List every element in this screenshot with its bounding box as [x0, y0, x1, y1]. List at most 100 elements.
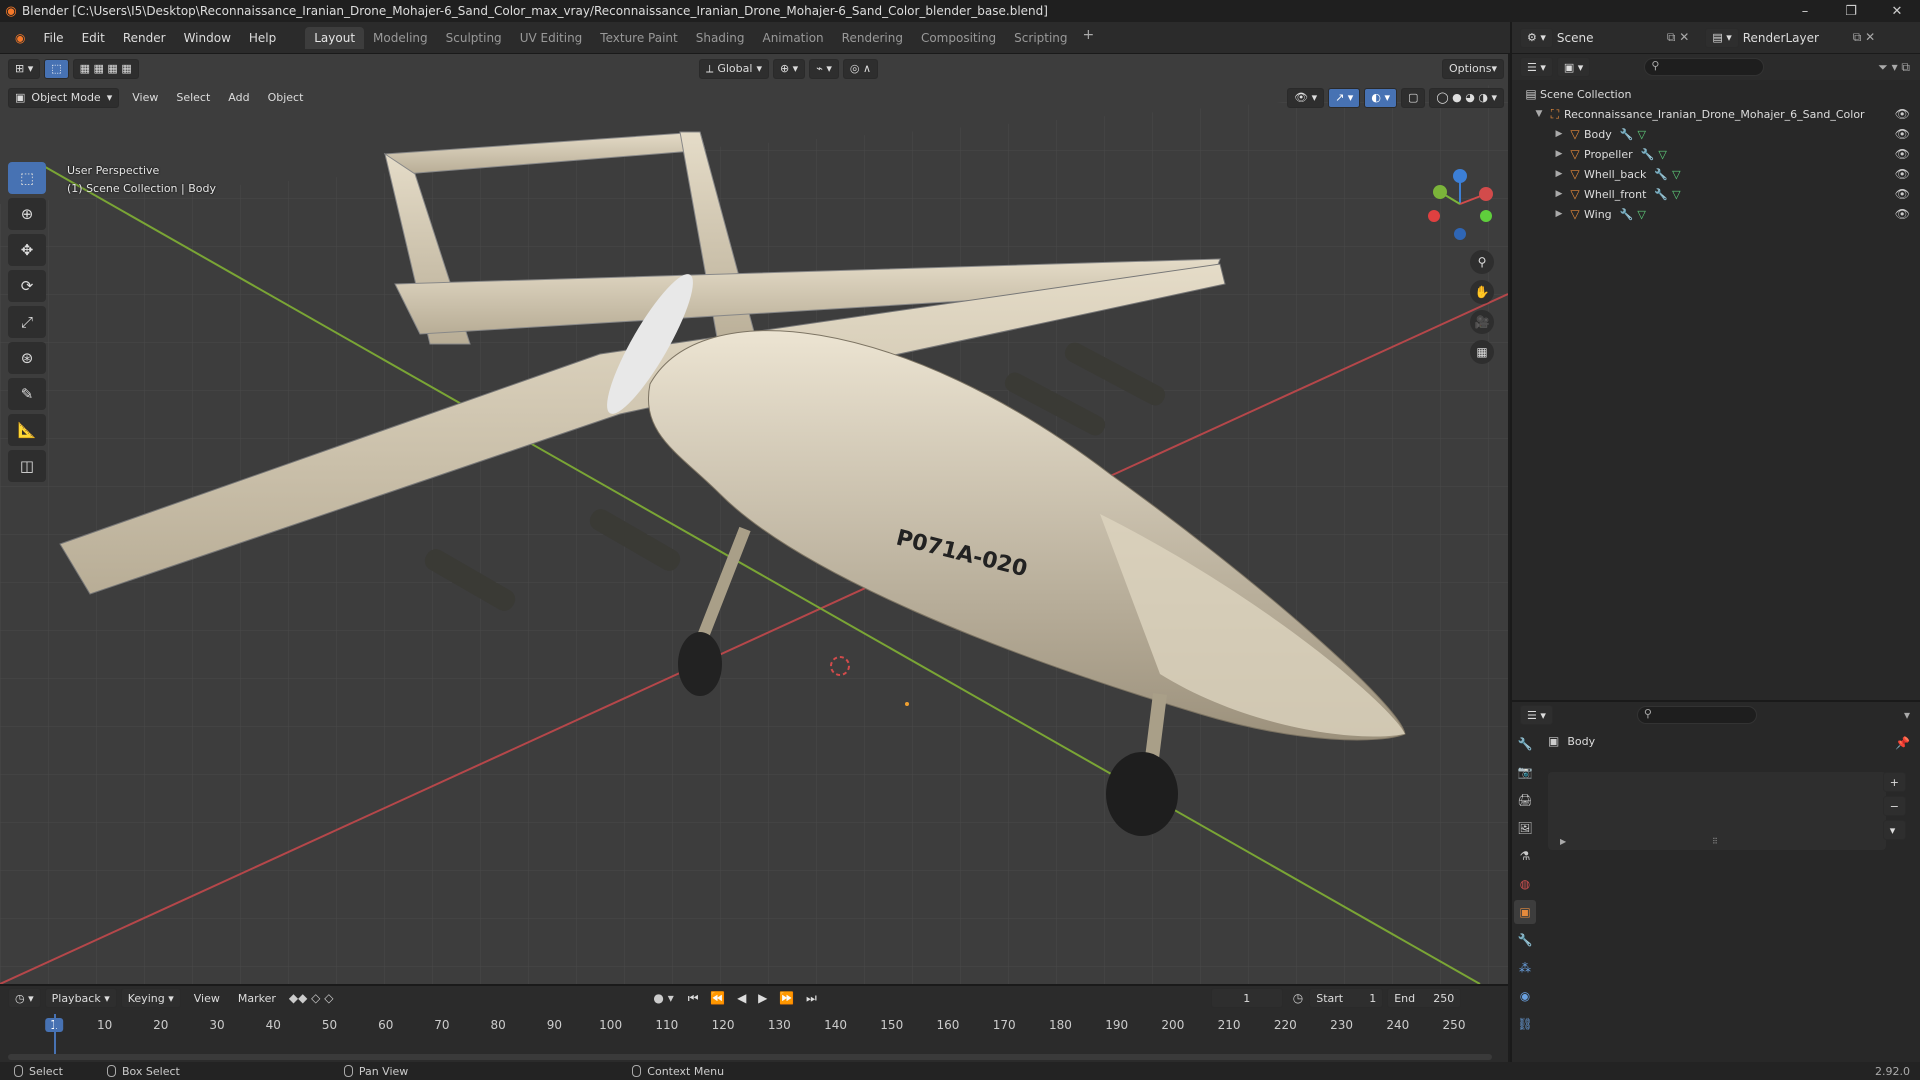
pivot-icon[interactable]: ⊕ ▾	[772, 58, 806, 79]
expand-icon[interactable]: ▶	[1560, 837, 1566, 846]
playback-controls[interactable]: ⏮ ⏪ ◀ ▶ ⏩ ⏭	[688, 991, 821, 1006]
modifier-icon[interactable]: 🔧	[1620, 128, 1634, 141]
playback-menu[interactable]: Playback ▾	[44, 988, 117, 1008]
viewport-menu-add[interactable]: Add	[219, 91, 258, 104]
tab-scripting[interactable]: Scripting	[1005, 27, 1076, 49]
scene-copy-icon[interactable]: ⧉ ✕	[1667, 30, 1689, 45]
world-tab-icon[interactable]: ◍	[1514, 872, 1536, 896]
outliner-search-input[interactable]: ⚲	[1644, 58, 1765, 76]
mesh-data-icon[interactable]: ▽	[1672, 168, 1680, 181]
xray-icon[interactable]: ▢	[1400, 87, 1426, 108]
navigation-gizmo[interactable]	[1420, 164, 1500, 244]
editor-type-button[interactable]: ⊞ ▾	[8, 58, 41, 79]
particles-tab-icon[interactable]: ⁂	[1514, 956, 1536, 980]
transform-tool-icon[interactable]: ⊛	[8, 342, 46, 374]
render-tab-icon[interactable]: 📷	[1514, 760, 1536, 784]
viewport-menu-view[interactable]: View	[123, 91, 167, 104]
camera-icon[interactable]: 🎥	[1470, 310, 1494, 334]
modifier-icon[interactable]: 🔧	[1620, 208, 1634, 221]
display-mode-icon[interactable]: ▣ ▾	[1556, 57, 1591, 77]
expand-icon[interactable]: ▶	[1552, 149, 1566, 159]
select-mode-icon[interactable]: ⬚	[44, 58, 69, 79]
tool-tab-icon[interactable]: 🔧	[1514, 732, 1536, 756]
measure-tool-icon[interactable]: 📐	[8, 414, 46, 446]
object-mode-dropdown[interactable]: ▣ Object Mode ▾	[8, 87, 120, 108]
modifier-icon[interactable]: 🔧	[1641, 148, 1655, 161]
timeline-scrollbar[interactable]	[8, 1054, 1492, 1060]
outliner-item-propeller[interactable]: ▶ ▽ Propeller 🔧 ▽ 👁	[1522, 144, 1920, 164]
slot-menu-icon[interactable]: ▾	[1882, 820, 1906, 840]
options-button[interactable]: Options ▾	[1442, 58, 1504, 79]
blender-menu-icon[interactable]: ◉	[6, 31, 34, 45]
minimize-button[interactable]: –	[1782, 0, 1828, 22]
add-slot-icon[interactable]: +	[1882, 772, 1906, 792]
menu-edit[interactable]: Edit	[73, 31, 114, 45]
pin-icon[interactable]: 📌	[1895, 736, 1910, 750]
mesh-data-icon[interactable]: ▽	[1658, 148, 1666, 161]
timeline-marker-menu[interactable]: Marker	[229, 992, 285, 1005]
outliner-item-whell-front[interactable]: ▶ ▽ Whell_front 🔧 ▽ 👁	[1522, 184, 1920, 204]
filter-icon[interactable]: ⏷ ▾ ⧉	[1878, 60, 1910, 75]
outliner-editor-icon[interactable]: ☰ ▾	[1520, 57, 1553, 77]
move-tool-icon[interactable]: ✥	[8, 234, 46, 266]
add-workspace-icon[interactable]: +	[1077, 27, 1101, 49]
remove-slot-icon[interactable]: −	[1882, 796, 1906, 816]
add-cube-tool-icon[interactable]: ◫	[8, 450, 46, 482]
visibility-eye-icon[interactable]: 👁	[1895, 147, 1910, 161]
tab-shading[interactable]: Shading	[687, 27, 754, 49]
rotate-tool-icon[interactable]: ⟳	[8, 270, 46, 302]
visibility-eye-icon[interactable]: 👁	[1895, 127, 1910, 141]
outliner-item-body[interactable]: ▶ ▽ Body 🔧 ▽ 👁	[1522, 124, 1920, 144]
tab-layout[interactable]: Layout	[305, 26, 365, 49]
object-tab-icon[interactable]: ▣	[1514, 900, 1536, 924]
current-frame-field[interactable]: 1	[1210, 988, 1283, 1008]
scene-icon[interactable]: ⚙ ▾	[1520, 27, 1553, 48]
scale-tool-icon[interactable]: ⤢	[8, 306, 46, 338]
transform-orientation[interactable]: ⟂ Global ▾	[699, 58, 769, 79]
tab-uv-editing[interactable]: UV Editing	[511, 27, 592, 49]
constraints-tab-icon[interactable]: ⛓	[1514, 1012, 1536, 1036]
annotate-tool-icon[interactable]: ✎	[8, 378, 46, 410]
properties-search-input[interactable]: ⚲	[1636, 706, 1757, 724]
modifier-tab-icon[interactable]: 🔧	[1514, 928, 1536, 952]
pan-hand-icon[interactable]: ✋	[1470, 280, 1494, 304]
tab-sculpting[interactable]: Sculpting	[437, 27, 511, 49]
keyframe-icons[interactable]: ◆◆ ◇ ◇	[289, 991, 334, 1005]
visibility-eye-icon[interactable]: 👁	[1895, 187, 1910, 201]
menu-help[interactable]: Help	[240, 31, 285, 45]
tab-texture-paint[interactable]: Texture Paint	[591, 27, 686, 49]
scene-collection-row[interactable]: ▤ Scene Collection	[1522, 84, 1920, 104]
start-frame-field[interactable]: Start 1	[1309, 988, 1384, 1008]
visibility-eye-icon[interactable]: 👁	[1895, 167, 1910, 181]
tab-modeling[interactable]: Modeling	[364, 27, 437, 49]
modifier-icon[interactable]: 🔧	[1654, 188, 1668, 201]
gizmo-toggle-icon[interactable]: ↗ ▾	[1328, 87, 1361, 108]
outliner-item-wing[interactable]: ▶ ▽ Wing 🔧 ▽ 👁	[1522, 204, 1920, 224]
keying-menu[interactable]: Keying ▾	[120, 988, 181, 1008]
scene-name[interactable]: Scene	[1557, 31, 1667, 45]
visibility-icon[interactable]: 👁 ▾	[1287, 87, 1325, 108]
3d-viewport[interactable]: P071A-020 ⊞ ▾ ⬚ ▦ ▦ ▦ ▦ ⟂ Global ▾ ⊕ ▾ ⌁ …	[0, 54, 1508, 984]
mesh-data-icon[interactable]: ▽	[1672, 188, 1680, 201]
selection-modes[interactable]: ▦ ▦ ▦ ▦	[72, 58, 139, 79]
record-icon[interactable]: ● ▾	[653, 991, 673, 1005]
overlay-toggle-icon[interactable]: ◐ ▾	[1364, 87, 1397, 108]
menu-window[interactable]: Window	[175, 31, 240, 45]
expand-icon[interactable]: ▼	[1532, 109, 1546, 119]
expand-icon[interactable]: ▶	[1552, 189, 1566, 199]
view-layer-tab-icon[interactable]: 🖼	[1514, 816, 1536, 840]
physics-tab-icon[interactable]: ◉	[1514, 984, 1536, 1008]
visibility-eye-icon[interactable]: 👁	[1895, 107, 1910, 121]
output-tab-icon[interactable]: 🖨	[1514, 788, 1536, 812]
close-button[interactable]: ✕	[1874, 0, 1920, 22]
expand-icon[interactable]: ▶	[1552, 129, 1566, 139]
ortho-grid-icon[interactable]: ▦	[1470, 340, 1494, 364]
end-frame-field[interactable]: End 250	[1387, 988, 1462, 1008]
resize-handle-icon[interactable]: ⠿	[1712, 837, 1718, 846]
collection-row[interactable]: ▼ ⛶ Reconnaissance_Iranian_Drone_Mohajer…	[1522, 104, 1920, 124]
timeline-editor-icon[interactable]: ◷ ▾	[8, 988, 41, 1008]
tab-compositing[interactable]: Compositing	[912, 27, 1005, 49]
snap-icon[interactable]: ⌁ ▾	[809, 58, 839, 79]
cursor-tool-icon[interactable]: ⊕	[8, 198, 46, 230]
render-layer-name[interactable]: RenderLayer	[1743, 31, 1853, 45]
